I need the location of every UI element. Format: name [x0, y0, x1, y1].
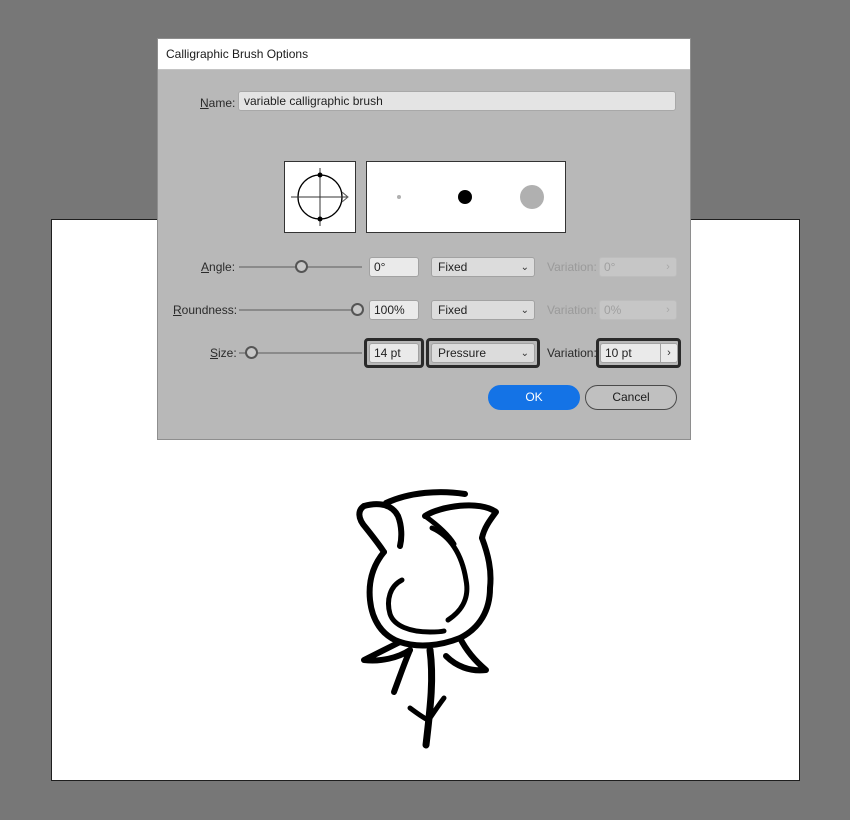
name-input[interactable]: variable calligraphic brush	[238, 91, 676, 111]
cancel-button[interactable]: Cancel	[585, 385, 677, 410]
roundness-slider-knob[interactable]	[351, 303, 364, 316]
angle-variation-input: 0° ›	[599, 257, 677, 277]
angle-mode-select[interactable]: Fixed ⌄	[431, 257, 535, 277]
size-variation-preview	[397, 185, 544, 209]
roundness-variation-input: 0% ›	[599, 300, 677, 320]
size-slider-knob[interactable]	[245, 346, 258, 359]
size-mode-select[interactable]: Pressure ⌄	[431, 343, 535, 363]
angle-input[interactable]: 0°	[369, 257, 419, 277]
angle-variation-label: Variation:	[547, 260, 597, 274]
angle-mode-value: Fixed	[438, 260, 468, 274]
chevron-right-icon[interactable]: ›	[660, 344, 677, 362]
brush-angle-icon	[291, 168, 349, 226]
size-variation-value: 10 pt	[605, 346, 632, 360]
roundness-variation-label: Variation:	[547, 303, 597, 317]
angle-label: Angle:	[201, 260, 236, 274]
angle-preview[interactable]	[284, 161, 356, 233]
roundness-variation-value: 0%	[604, 303, 622, 317]
roundness-label: Roundness:	[173, 303, 238, 317]
size-mode-value: Pressure	[438, 346, 487, 360]
chevron-right-icon: ›	[666, 261, 670, 273]
angle-slider-knob[interactable]	[295, 260, 308, 273]
size-label: Size:	[210, 346, 237, 360]
roundness-mode-value: Fixed	[438, 303, 468, 317]
dialog-title: Calligraphic Brush Options	[158, 39, 690, 70]
roundness-input[interactable]: 100%	[369, 300, 419, 320]
rose-illustration	[356, 489, 499, 749]
angle-variation-value: 0°	[604, 260, 616, 274]
chevron-down-icon: ⌄	[520, 305, 529, 316]
chevron-down-icon: ⌄	[520, 262, 529, 273]
size-variation-label: Variation:	[547, 346, 597, 360]
name-label: Name:	[200, 96, 236, 110]
size-input[interactable]: 14 pt	[369, 343, 419, 363]
roundness-mode-select[interactable]: Fixed ⌄	[431, 300, 535, 320]
chevron-down-icon: ⌄	[520, 348, 529, 359]
size-variation-input[interactable]: 10 pt ›	[600, 343, 678, 363]
brush-size-preview	[366, 161, 566, 233]
roundness-slider-track[interactable]	[239, 309, 362, 311]
chevron-right-icon: ›	[666, 304, 670, 316]
ok-button[interactable]: OK	[488, 385, 580, 410]
calligraphic-brush-options-dialog: Calligraphic Brush Options Name: variabl…	[157, 38, 691, 440]
